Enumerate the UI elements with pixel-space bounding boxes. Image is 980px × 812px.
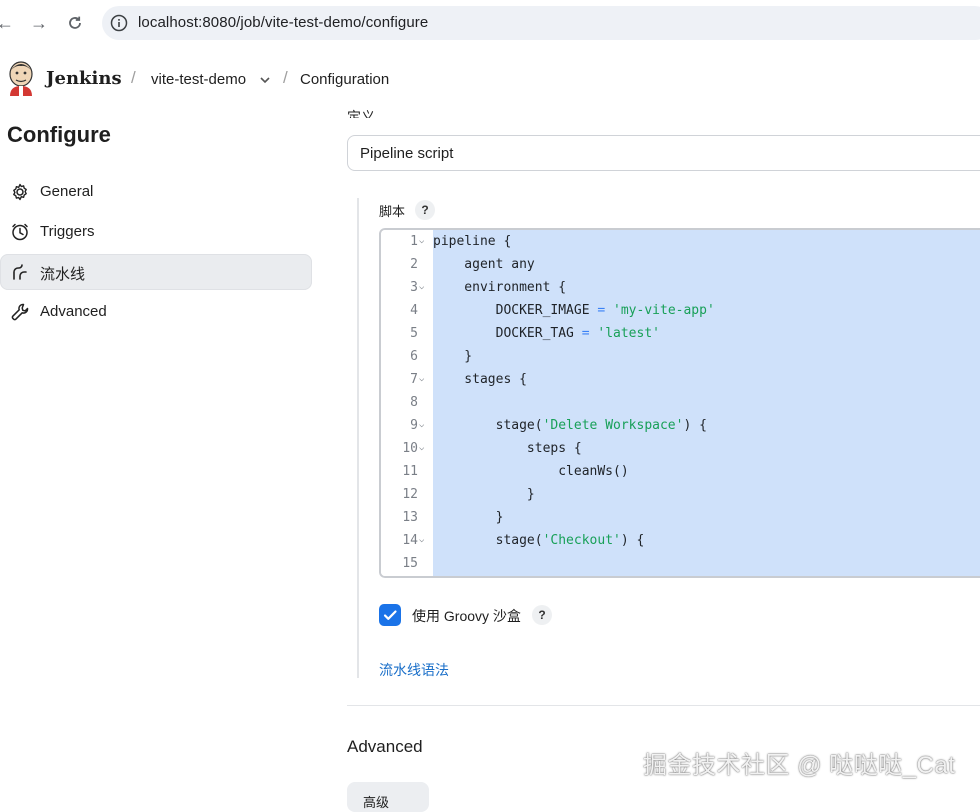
fold-chevron-icon[interactable]: ⌵ — [419, 368, 429, 391]
code-line[interactable]: 6 } — [381, 345, 980, 368]
url-text[interactable]: localhost:8080/job/vite-test-demo/config… — [138, 14, 428, 31]
watermark: 掘金技术社区 @ 哒哒哒_Cat — [643, 752, 956, 779]
line-number: 5 — [410, 326, 418, 341]
code-line[interactable]: 2 agent any — [381, 253, 980, 276]
arrow-right-icon[interactable]: → — [28, 12, 50, 34]
section-rule — [357, 198, 359, 678]
sidebar-item-label: General — [40, 183, 94, 200]
code-line[interactable]: 11 cleanWs() — [381, 460, 980, 483]
code-text: agent any — [433, 257, 535, 272]
help-icon[interactable]: ? — [532, 605, 552, 625]
sidebar-item-general[interactable]: General — [0, 174, 312, 210]
fold-chevron-icon[interactable]: ⌵ — [419, 414, 429, 437]
code-line[interactable]: 7 ⌵ stages { — [381, 368, 980, 391]
jenkins-logo-icon[interactable] — [6, 60, 36, 96]
line-number: 8 — [410, 395, 418, 410]
sidebar-item-label: Triggers — [40, 223, 95, 240]
line-number: 7 — [410, 372, 418, 387]
code-text: environment { — [433, 280, 567, 295]
code-line[interactable]: 14 ⌵ stage('Checkout') { — [381, 529, 980, 552]
code-line[interactable]: 15 — [381, 552, 980, 575]
definition-select[interactable]: Pipeline script — [347, 135, 980, 171]
chevron-down-icon[interactable] — [258, 73, 272, 87]
code-line[interactable]: 10 ⌵ steps { — [381, 437, 980, 460]
code-text: DOCKER_IMAGE = 'my-vite-app' — [433, 303, 715, 318]
code-editor[interactable]: 1 ⌵ pipeline {2 agent any 3 ⌵ environment {4… — [379, 228, 980, 578]
code-line[interactable]: 13 } — [381, 506, 980, 529]
fold-chevron-icon[interactable]: ⌵ — [419, 437, 429, 460]
reload-icon[interactable] — [64, 12, 86, 34]
definition-select-value[interactable]: Pipeline script — [360, 145, 453, 162]
definition-label: 定义 — [347, 109, 375, 118]
line-number: 2 — [410, 257, 418, 272]
line-number: 1 — [410, 234, 418, 249]
advanced-button-label: 高级 — [363, 795, 390, 810]
gear-icon — [13, 183, 27, 201]
code-text: DOCKER_TAG = 'latest' — [433, 326, 660, 341]
line-number: 15 — [402, 556, 418, 571]
address-bar[interactable]: localhost:8080/job/vite-test-demo/config… — [102, 6, 980, 40]
fold-chevron-icon[interactable]: ⌵ — [419, 230, 429, 253]
code-text: stages { — [433, 372, 527, 387]
sandbox-label[interactable]: 使用 Groovy 沙盒 — [412, 606, 521, 626]
info-icon[interactable] — [110, 14, 128, 32]
advanced-button[interactable]: 高级 — [347, 782, 429, 812]
sidebar-item-advanced[interactable]: Advanced — [0, 294, 312, 330]
line-number: 9 — [410, 418, 418, 433]
arrow-left-icon[interactable]: ← — [0, 12, 16, 34]
code-line[interactable]: 5 DOCKER_TAG = 'latest' — [381, 322, 980, 345]
code-line[interactable]: 4 DOCKER_IMAGE = 'my-vite-app' — [381, 299, 980, 322]
line-number: 11 — [402, 464, 418, 479]
line-number: 14 — [402, 533, 418, 548]
sidebar-item-triggers[interactable]: Triggers — [0, 214, 312, 250]
divider — [347, 705, 980, 706]
page-title: Configure — [7, 122, 111, 147]
code-text: steps { — [433, 441, 582, 456]
pipeline-icon — [13, 264, 27, 280]
code-text: pipeline { — [433, 234, 512, 249]
app-name[interactable]: Jenkins — [46, 68, 122, 89]
pipeline-syntax-link[interactable]: 流水线语法 — [379, 660, 449, 680]
code-text: stage('Delete Workspace') { — [433, 418, 707, 433]
advanced-section-title: Advanced — [347, 737, 423, 756]
code-text: } — [433, 487, 535, 502]
breadcrumb-job[interactable]: vite-test-demo — [151, 71, 246, 88]
line-number: 4 — [410, 303, 418, 318]
code-text: } — [433, 349, 473, 364]
code-text: stage('Checkout') { — [433, 533, 645, 548]
jenkins-header: Jenkins / vite-test-demo / Configuration — [0, 46, 980, 106]
breadcrumb-separator: / — [283, 68, 288, 87]
code-text: cleanWs() — [433, 464, 629, 479]
line-number: 13 — [402, 510, 418, 525]
line-number: 10 — [402, 441, 418, 456]
script-label: 脚本 — [379, 204, 406, 219]
breadcrumb-configuration[interactable]: Configuration — [300, 71, 389, 88]
code-line[interactable]: 9 ⌵ stage('Delete Workspace') { — [381, 414, 980, 437]
clock-icon — [12, 223, 28, 241]
code-line[interactable]: 12 } — [381, 483, 980, 506]
code-text: } — [433, 510, 504, 525]
code-line[interactable]: 8 — [381, 391, 980, 414]
breadcrumb-separator: / — [131, 68, 136, 87]
sandbox-checkbox[interactable] — [379, 604, 401, 626]
sidebar-item-pipeline[interactable]: 流水线 — [0, 254, 312, 290]
check-icon — [383, 610, 397, 620]
line-number: 3 — [410, 280, 418, 295]
code-line[interactable]: 3 ⌵ environment { — [381, 276, 980, 299]
wrench-icon — [11, 303, 29, 321]
sidebar-item-label: Advanced — [40, 303, 107, 320]
help-icon[interactable]: ? — [415, 200, 435, 220]
fold-chevron-icon[interactable]: ⌵ — [419, 529, 429, 552]
browser-toolbar: ← → localhost:8080/job/vite-test-demo/co… — [0, 0, 980, 46]
line-number: 6 — [410, 349, 418, 364]
code-line[interactable]: 1 ⌵ pipeline { — [381, 230, 980, 253]
fold-chevron-icon[interactable]: ⌵ — [419, 276, 429, 299]
line-number: 12 — [402, 487, 418, 502]
sidebar-item-label: 流水线 — [40, 266, 86, 283]
